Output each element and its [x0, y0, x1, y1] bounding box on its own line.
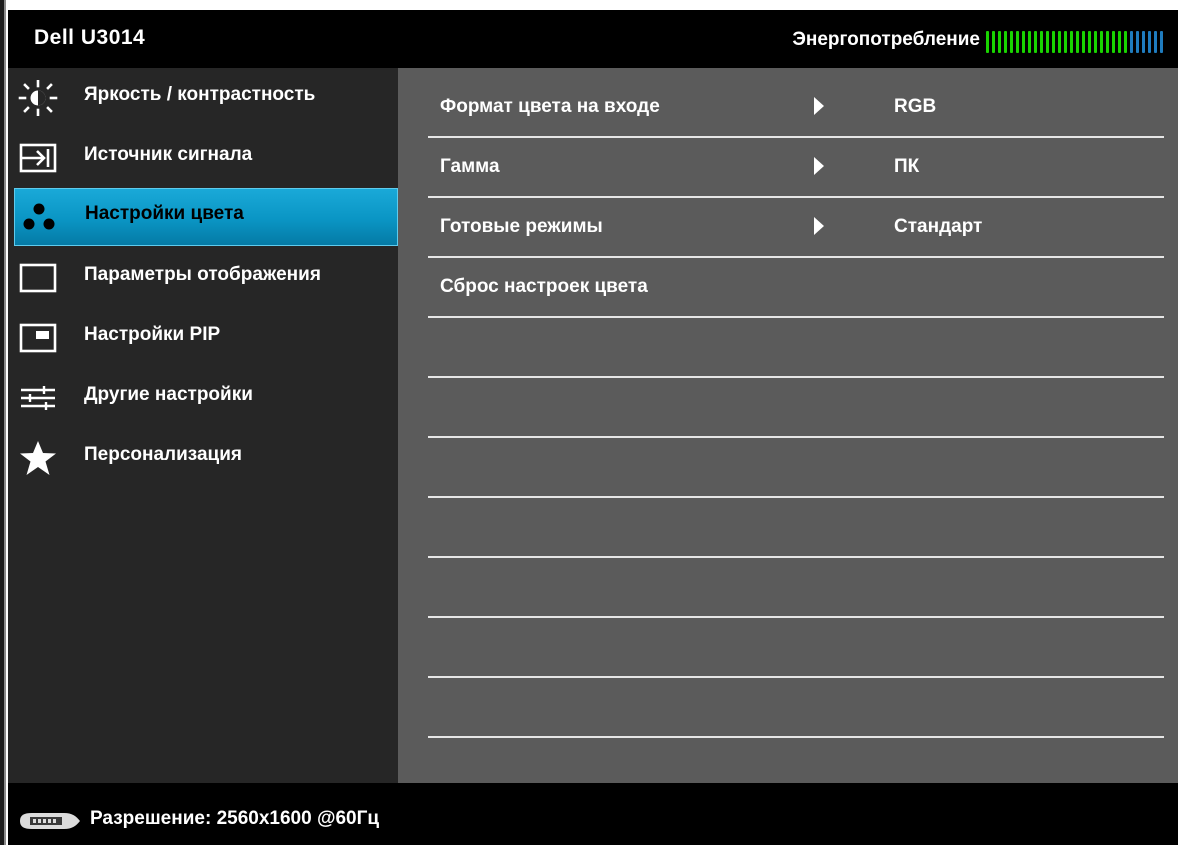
energy-meter-segment — [1076, 31, 1079, 53]
sidebar-item-label: Источник сигнала — [84, 144, 253, 165]
sidebar-item-label: Настройки PIP — [84, 324, 221, 345]
energy-meter-segment — [1130, 31, 1133, 53]
energy-meter-segment — [1112, 31, 1115, 53]
energy-meter — [986, 31, 1166, 53]
energy-meter-segment — [1034, 31, 1037, 53]
osd-header: Dell U3014 Энергопотребление — [8, 10, 1178, 68]
input-source-icon — [18, 140, 58, 176]
submenu-row — [428, 616, 1164, 678]
arrow-right-icon — [814, 97, 824, 115]
monitor-osd: Dell U3014 Энергопотребление Яркость / к… — [0, 0, 1178, 845]
sidebar-item-label: Другие настройки — [84, 384, 253, 405]
energy-meter-segment — [1004, 31, 1007, 53]
sidebar-item-label: Яркость / контрастность — [84, 84, 316, 105]
display-rect-icon — [18, 260, 58, 296]
sidebar-item-2[interactable]: Источник сигнала — [8, 130, 398, 186]
submenu-row — [428, 436, 1164, 498]
submenu-panel: Формат цвета на входе RGB Гамма ПК Готовые р… — [398, 68, 1178, 783]
connector-icon — [20, 813, 80, 829]
energy-meter-segment — [1022, 31, 1025, 53]
energy-meter-segment — [986, 31, 989, 53]
color-dots-icon — [19, 199, 59, 235]
window-edge-highlight — [4, 0, 6, 845]
arrow-right-icon — [814, 157, 824, 175]
energy-meter-segment — [1094, 31, 1097, 53]
star-icon — [18, 440, 58, 476]
resolution-status: Разрешение: 2560x1600 @60Гц — [90, 808, 380, 829]
submenu-row-value: RGB — [894, 96, 937, 117]
energy-meter-segment — [1106, 31, 1109, 53]
submenu-row[interactable]: Готовые режимы Стандарт — [428, 196, 1164, 258]
energy-meter-segment — [1088, 31, 1091, 53]
energy-meter-segment — [1082, 31, 1085, 53]
energy-meter-segment — [1136, 31, 1139, 53]
energy-meter-segment — [1142, 31, 1145, 53]
sidebar-item-5[interactable]: Настройки PIP — [8, 310, 398, 366]
osd-footer: Разрешение: 2560x1600 @60Гц — [8, 783, 1178, 845]
energy-meter-segment — [992, 31, 995, 53]
arrow-right-icon — [814, 217, 824, 235]
submenu-row[interactable]: Сброс настроек цвета — [428, 256, 1164, 318]
energy-meter-segment — [1100, 31, 1103, 53]
energy-meter-segment — [1148, 31, 1151, 53]
submenu-row-label: Формат цвета на входе — [440, 96, 660, 117]
sidebar-menu: Яркость / контрастность Источник сигнала… — [8, 68, 398, 783]
energy-meter-segment — [1118, 31, 1121, 53]
energy-meter-segment — [1040, 31, 1043, 53]
submenu-row-label: Готовые режимы — [440, 216, 603, 237]
osd-frame: Dell U3014 Энергопотребление Яркость / к… — [8, 10, 1178, 845]
energy-meter-segment — [1124, 31, 1127, 53]
energy-meter-segment — [1064, 31, 1067, 53]
pip-icon — [18, 320, 58, 356]
submenu-row — [428, 556, 1164, 618]
brightness-icon — [18, 79, 58, 117]
submenu-row — [428, 316, 1164, 378]
sidebar-item-7[interactable]: Персонализация — [8, 430, 398, 486]
submenu-row-label: Гамма — [440, 156, 500, 177]
submenu-row[interactable]: Гамма ПК — [428, 136, 1164, 198]
sidebar-item-label: Персонализация — [84, 444, 243, 465]
submenu-row — [428, 496, 1164, 558]
sidebar-item-4[interactable]: Параметры отображения — [8, 250, 398, 306]
energy-meter-segment — [1160, 31, 1163, 53]
submenu-row — [428, 376, 1164, 438]
energy-meter-segment — [1070, 31, 1073, 53]
energy-meter-segment — [1016, 31, 1019, 53]
submenu-row — [428, 676, 1164, 738]
energy-meter-segment — [1046, 31, 1049, 53]
model-name: Dell U3014 — [34, 26, 146, 49]
energy-label: Энергопотребление — [792, 29, 980, 50]
energy-meter-segment — [998, 31, 1001, 53]
submenu-row-label: Сброс настроек цвета — [440, 276, 648, 297]
sliders-icon — [18, 380, 58, 416]
energy-meter-segment — [1028, 31, 1031, 53]
submenu-row-value: ПК — [894, 156, 920, 177]
sidebar-item-1[interactable]: Яркость / контрастность — [8, 70, 398, 126]
sidebar-item-label: Параметры отображения — [84, 264, 321, 285]
sidebar-item-3[interactable]: Настройки цвета — [14, 188, 398, 246]
energy-meter-segment — [1052, 31, 1055, 53]
energy-meter-segment — [1058, 31, 1061, 53]
sidebar-item-6[interactable]: Другие настройки — [8, 370, 398, 426]
energy-meter-segment — [1154, 31, 1157, 53]
sidebar-item-label: Настройки цвета — [85, 203, 244, 224]
energy-meter-segment — [1010, 31, 1013, 53]
submenu-row[interactable]: Формат цвета на входе RGB — [428, 76, 1164, 138]
submenu-row-value: Стандарт — [894, 216, 983, 237]
